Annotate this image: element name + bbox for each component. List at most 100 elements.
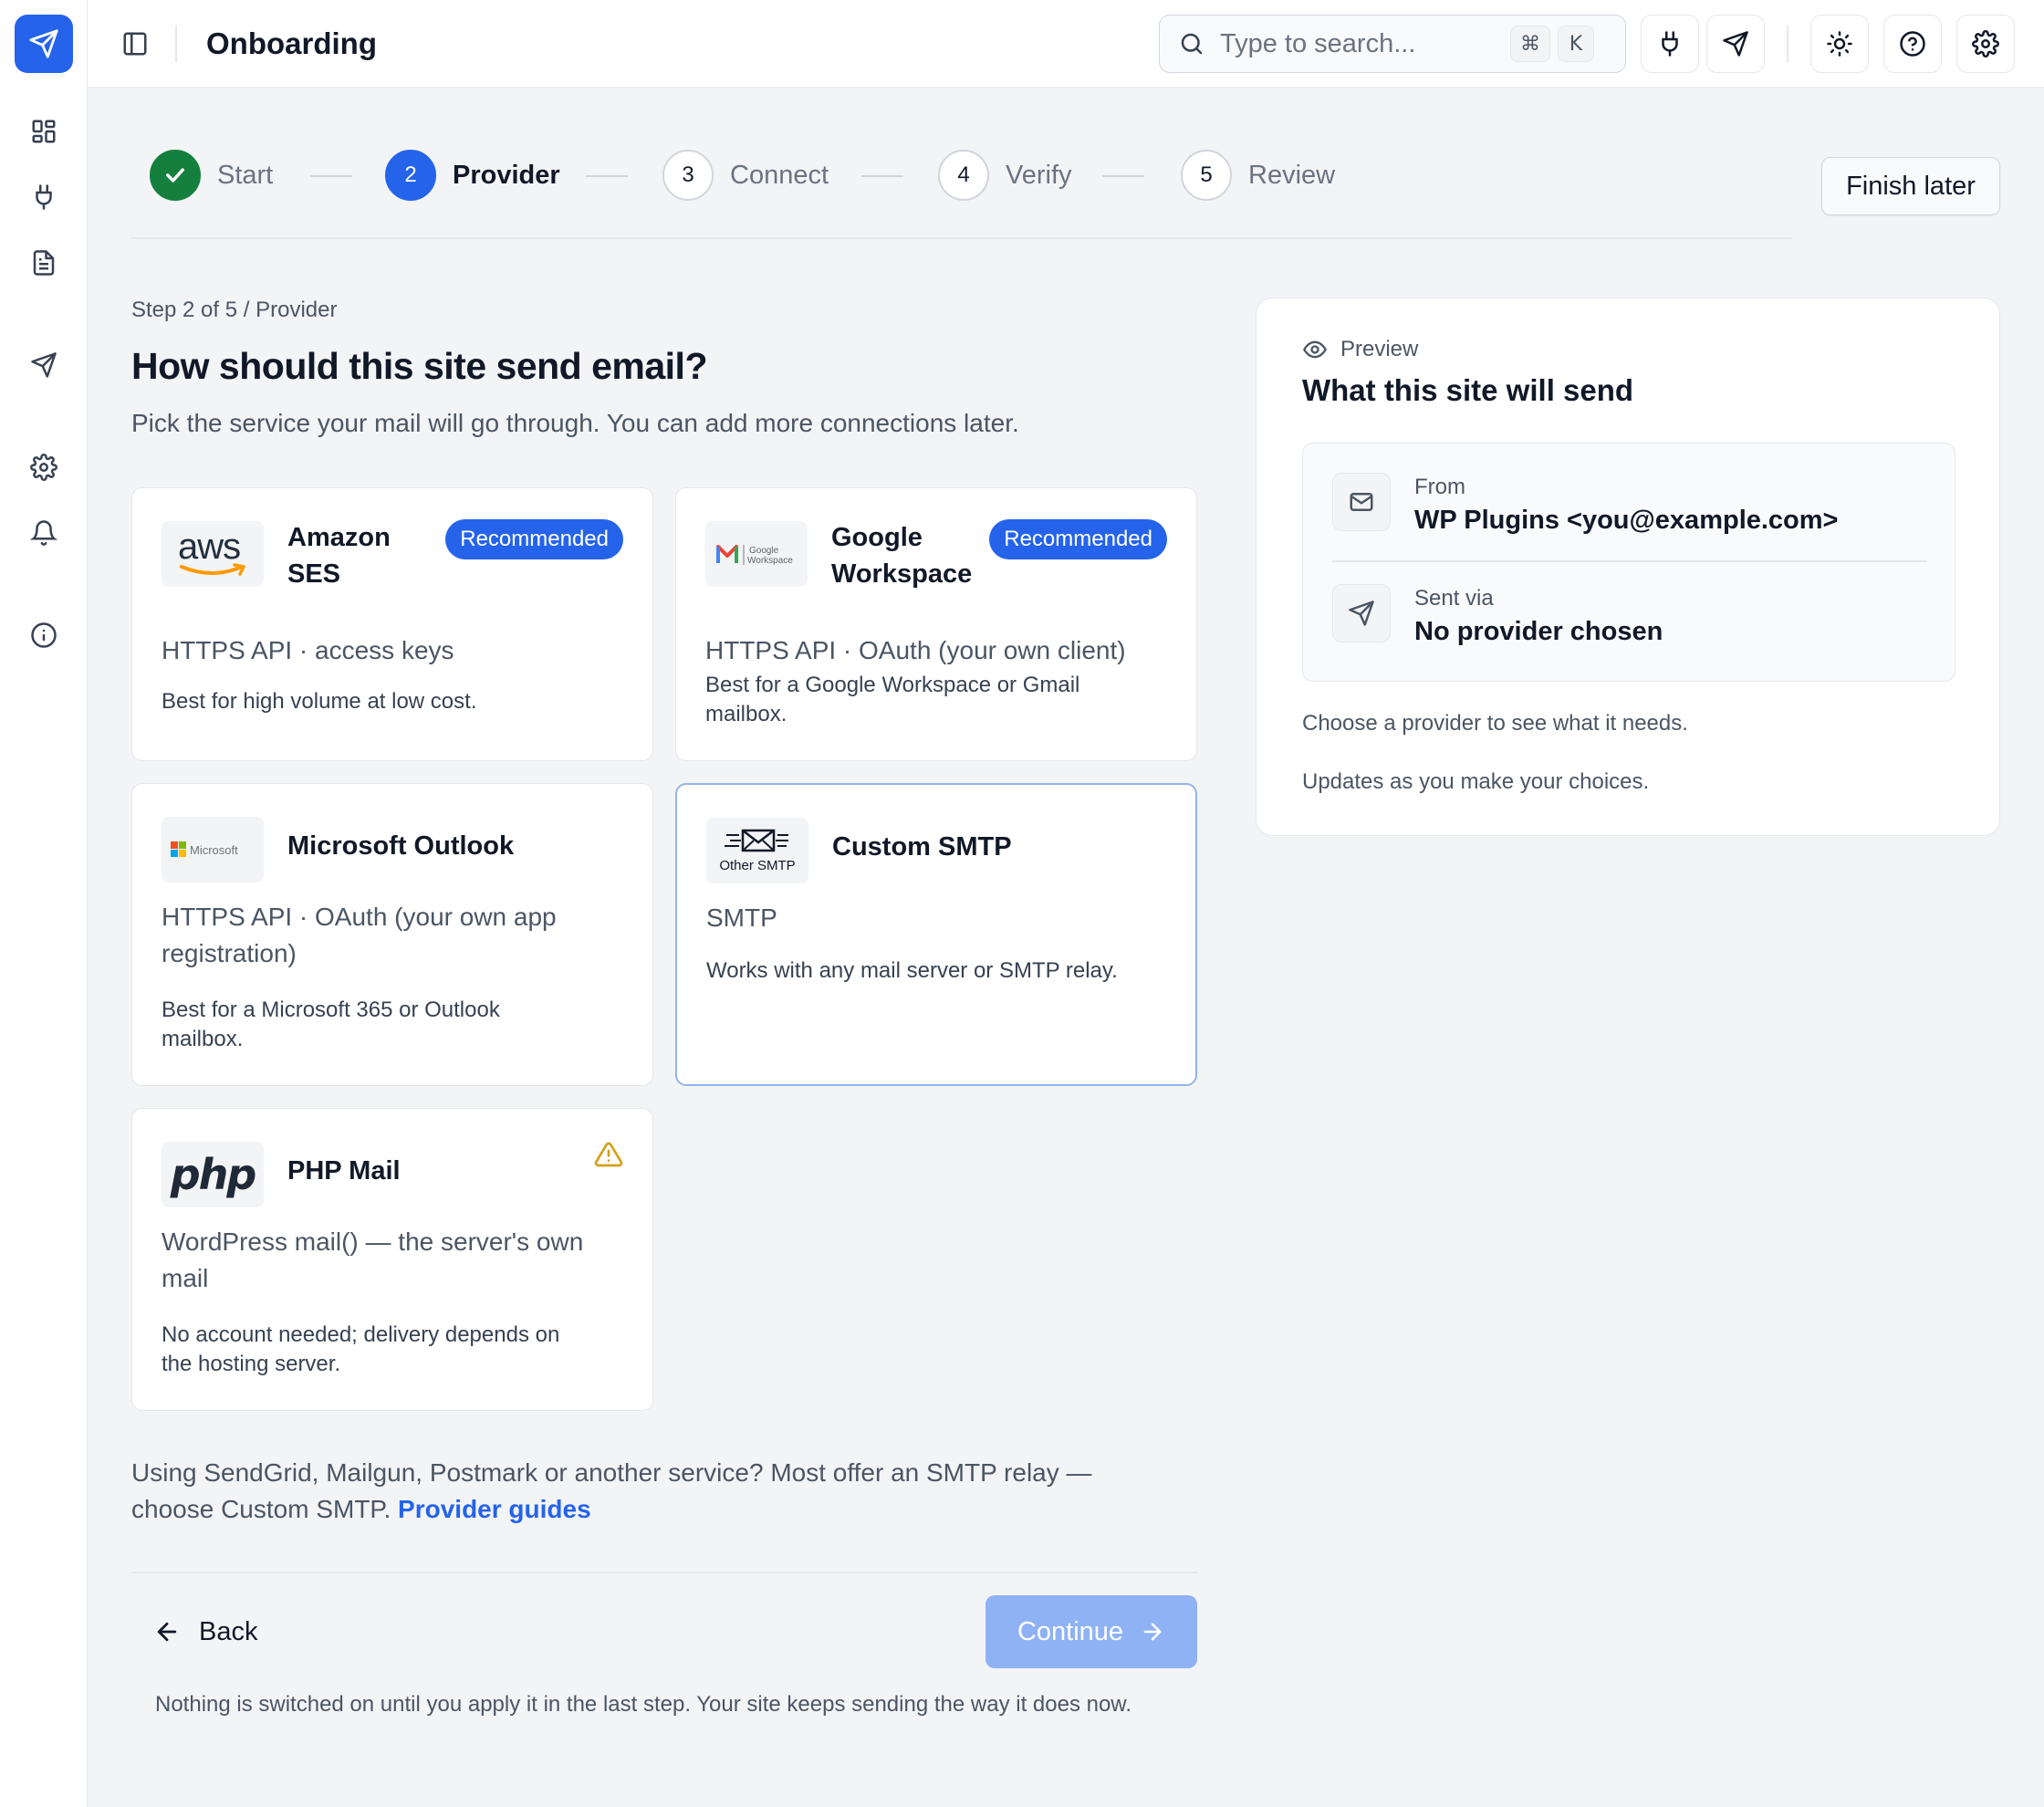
svg-text:Google: Google [749, 546, 779, 556]
provider-method: HTTPS API · OAuth (your own client) [705, 636, 1126, 664]
provider-description: Works with any mail server or SMTP relay… [706, 958, 1118, 983]
divider [131, 1572, 1197, 1573]
google-workspace-logo: Google Workspace [705, 521, 808, 587]
arrow-right-icon [1140, 1619, 1165, 1645]
warning-icon [594, 1140, 623, 1169]
help-button[interactable] [1883, 15, 1942, 73]
recommended-badge: Recommended [445, 519, 623, 559]
sent-via-value: No provider chosen [1414, 617, 1663, 646]
apply-footnote: Nothing is switched on until you apply i… [155, 1692, 1132, 1717]
provider-card-google-workspace[interactable]: Google Workspace Google Workspace Recomm… [675, 487, 1197, 761]
step-connector [586, 175, 628, 177]
step-complete-check-icon [150, 150, 201, 201]
send-test-button[interactable] [1706, 15, 1765, 73]
provider-name: Custom SMTP [832, 832, 1012, 862]
smtp-relay-hint: Using SendGrid, Mailgun, Postmark or ano… [131, 1458, 1092, 1523]
provider-description: Best for a Microsoft 365 or Outlook mail… [162, 998, 500, 1051]
sidebar-toggle-icon[interactable] [115, 24, 155, 64]
other-smtp-logo: Other SMTP [706, 818, 808, 883]
sun-icon [1826, 30, 1853, 57]
page-header-title: Onboarding [206, 26, 377, 60]
continue-button[interactable]: Continue [986, 1595, 1197, 1668]
provider-guides-link[interactable]: Provider guides [398, 1495, 591, 1523]
gear-icon[interactable] [22, 445, 66, 489]
mail-icon [1332, 473, 1391, 531]
step-start[interactable]: Start [150, 150, 273, 201]
divider [1787, 26, 1788, 62]
provider-method: SMTP [706, 904, 777, 932]
step-number: 2 [385, 150, 436, 201]
sent-via-label: Sent via [1414, 586, 1494, 611]
bell-icon[interactable] [22, 511, 66, 555]
page-subtitle: Pick the service your mail will go throu… [131, 409, 1019, 437]
aws-logo: aws [162, 521, 264, 587]
step-connect[interactable]: 3 Connect [662, 150, 829, 201]
send-icon[interactable] [22, 343, 66, 387]
stepper-divider [131, 237, 1792, 239]
step-number: 3 [662, 150, 714, 201]
step-verify[interactable]: 4 Verify [938, 150, 1072, 201]
provider-description: No account needed; delivery depends on t… [162, 1322, 560, 1376]
step-number: 4 [938, 150, 989, 201]
microsoft-logo: Microsoft [162, 817, 264, 883]
search-box[interactable]: ⌘ K [1159, 15, 1626, 73]
provider-description: Best for a Google Workspace or Gmail mai… [705, 673, 1080, 726]
provider-card-php-mail[interactable]: php PHP Mail WordPress mail() — the serv… [131, 1108, 653, 1411]
step-review[interactable]: 5 Review [1181, 150, 1335, 201]
step-connector [861, 175, 903, 177]
divider [175, 26, 177, 62]
connections-plug-button[interactable] [1641, 15, 1699, 73]
plug-icon[interactable] [22, 175, 66, 219]
preview-summary: From WP Plugins <you@example.com> Sent v… [1302, 443, 1955, 682]
provider-name: Microsoft Outlook [287, 831, 515, 861]
step-label: Provider [453, 160, 560, 190]
dashboard-icon[interactable] [22, 110, 66, 153]
eye-icon [1302, 337, 1328, 362]
from-label: From [1414, 475, 1465, 499]
step-connector [310, 175, 352, 177]
settings-button[interactable] [1956, 15, 2015, 73]
step-connector [1102, 175, 1144, 177]
gear-icon [1972, 30, 1999, 57]
arrow-left-icon [153, 1618, 181, 1645]
provider-method: HTTPS API · access keys [162, 636, 454, 664]
preview-eyebrow: Preview [1302, 337, 1418, 362]
page-title: How should this site send email? [131, 345, 708, 387]
back-button[interactable]: Back [153, 1608, 257, 1656]
preview-note: Choose a provider to see what it needs. [1302, 711, 1688, 736]
provider-name: PHP Mail [287, 1156, 401, 1186]
provider-name: Amazon SES [287, 523, 391, 589]
send-icon [1722, 30, 1749, 57]
provider-card-custom-smtp[interactable]: Other SMTP Custom SMTP SMTP Works with a… [675, 783, 1197, 1086]
search-input[interactable] [1220, 28, 1476, 59]
preview-note: Updates as you make your choices. [1302, 769, 1650, 794]
provider-card-microsoft-outlook[interactable]: Microsoft Microsoft Outlook HTTPS API · … [131, 783, 653, 1086]
svg-text:Workspace: Workspace [747, 556, 793, 566]
brand-send-icon[interactable] [15, 15, 73, 73]
step-provider[interactable]: 2 Provider [385, 150, 560, 201]
search-icon [1178, 30, 1205, 57]
step-label: Review [1248, 160, 1336, 190]
info-icon[interactable] [22, 613, 66, 657]
svg-text:Microsoft: Microsoft [190, 843, 238, 857]
provider-description: Best for high volume at low cost. [162, 689, 477, 714]
preview-title: What this site will send [1302, 373, 1634, 407]
shortcut-k-key: K [1558, 26, 1594, 62]
from-value: WP Plugins <you@example.com> [1414, 506, 1839, 535]
help-icon [1899, 30, 1926, 57]
php-logo: php [162, 1142, 264, 1207]
provider-method: WordPress mail() — the server's own mail [162, 1227, 584, 1292]
step-label: Verify [1006, 160, 1072, 190]
provider-card-amazon-ses[interactable]: aws Amazon SES Recommended HTTPS API · a… [131, 487, 653, 761]
top-bar: Onboarding ⌘ K [88, 0, 2044, 88]
finish-later-button[interactable]: Finish later [1821, 157, 2000, 215]
send-icon [1332, 584, 1391, 642]
step-label: Start [217, 160, 274, 190]
shortcut-cmd-key: ⌘ [1510, 26, 1550, 62]
left-rail [0, 0, 88, 1807]
theme-toggle-button[interactable] [1810, 15, 1869, 73]
divider [1332, 560, 1927, 562]
step-label: Connect [730, 160, 829, 190]
step-breadcrumb: Step 2 of 5 / Provider [131, 298, 338, 322]
document-icon[interactable] [22, 241, 66, 285]
